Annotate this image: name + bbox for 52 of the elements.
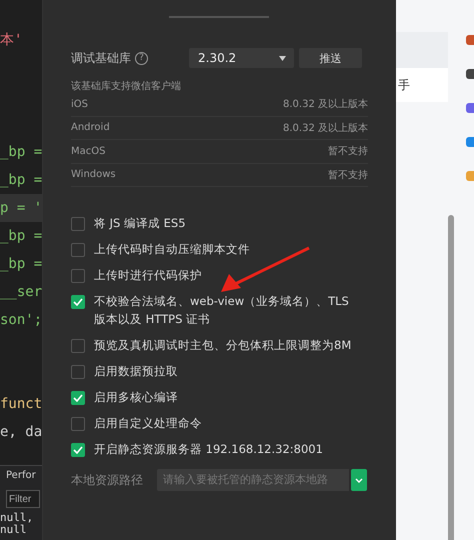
code-line: p = ' (0, 200, 42, 216)
console-output: null (0, 524, 28, 536)
code-line: _bp = (0, 172, 42, 188)
checkbox[interactable] (71, 269, 85, 283)
caret-icon (279, 56, 286, 60)
code-line: son'; (0, 312, 42, 328)
filter-field[interactable]: Filter (6, 490, 40, 508)
platform-name: Android (71, 122, 110, 134)
checkbox[interactable] (71, 443, 85, 457)
checkbox[interactable] (71, 391, 85, 405)
option-label: 开启静态资源服务器 192.168.12.32:8001 (94, 441, 323, 458)
version-requirement: 暂不支持 (328, 144, 368, 158)
checkbox[interactable] (71, 339, 85, 353)
option-label: 上传代码时自动压缩脚本文件 (94, 241, 250, 258)
option-label: 将 JS 编译成 ES5 (94, 215, 186, 232)
scrollbar[interactable] (448, 215, 454, 540)
code-line: _bp = (0, 256, 42, 272)
code-line: _bp = (0, 144, 42, 160)
panel-tab[interactable]: Perfor (0, 470, 42, 486)
support-caption: 该基础库支持微信客户端 (71, 80, 182, 93)
version-requirement: 暂不支持 (328, 168, 368, 182)
help-icon[interactable]: ? (135, 52, 148, 64)
library-label: 调试基础库 (71, 50, 131, 66)
chevron-down-icon (355, 478, 363, 482)
path-field[interactable]: 请输入要被托管的静态资源本地路 (157, 469, 349, 491)
code-line: funct (0, 396, 42, 412)
console-output: null, (0, 512, 34, 524)
code-line: __ser (0, 284, 42, 300)
checkbox[interactable] (71, 295, 85, 309)
option-label: 启用自定义处理命令 (94, 415, 202, 432)
option-label: 不校验合法域名、web-view（业务域名）、TLS 版本以及 HTTPS 证书 (94, 293, 350, 328)
platform-name: Windows (71, 169, 116, 180)
code-line: 本' (0, 32, 22, 48)
option-label: 预览及真机调试时主包、分包体积上限调整为8M (94, 337, 352, 354)
code-line: _bp = (0, 228, 42, 244)
version-requirement: 8.0.32 及以上版本 (283, 98, 368, 112)
option-label: 启用多核心编译 (94, 389, 178, 406)
checkbox[interactable] (71, 243, 85, 257)
platform-name: MacOS (71, 146, 106, 157)
push-button[interactable]: 推送 (299, 48, 362, 68)
checkbox[interactable] (71, 365, 85, 379)
card-text: 手 (398, 76, 410, 94)
checkbox[interactable] (71, 417, 85, 431)
checkbox[interactable] (71, 217, 85, 231)
path-label: 本地资源路径 (71, 472, 144, 488)
version-select[interactable]: 2.30.2 (189, 48, 294, 68)
option-label: 启用数据预拉取 (94, 363, 178, 380)
code-line: e, da (0, 424, 42, 440)
dropdown-button[interactable] (351, 469, 367, 491)
version-requirement: 8.0.32 及以上版本 (283, 122, 368, 135)
platform-name: iOS (71, 98, 88, 110)
option-label: 上传时进行代码保护 (94, 267, 202, 284)
